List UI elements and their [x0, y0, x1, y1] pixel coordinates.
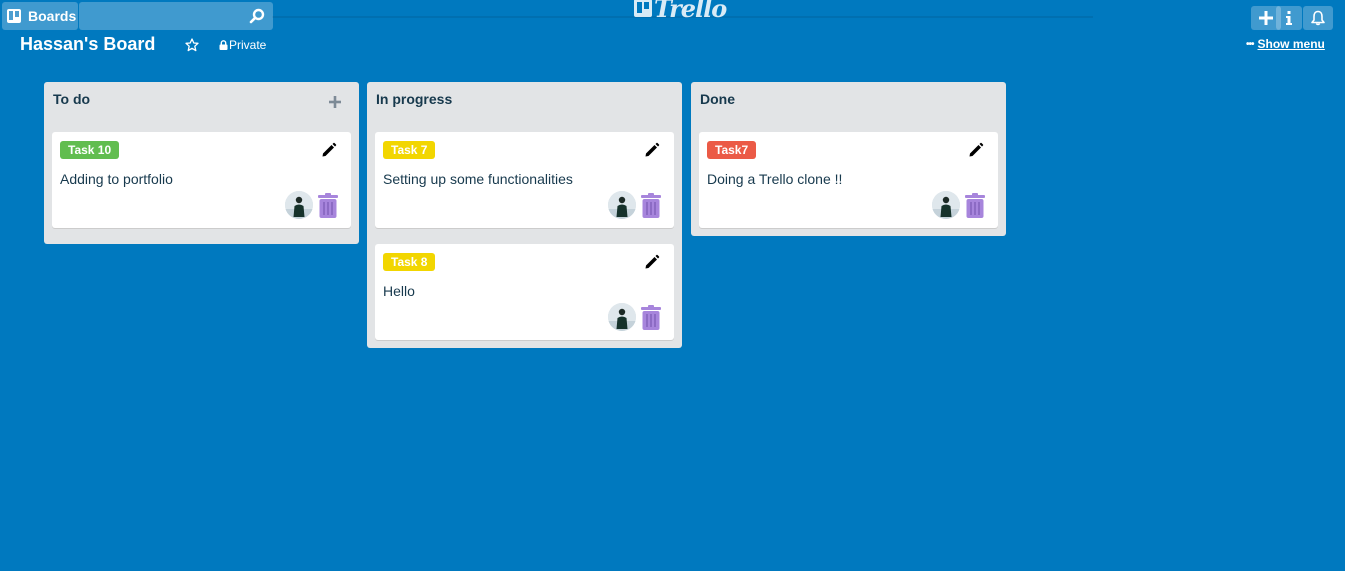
- card-text: Hello: [383, 283, 415, 299]
- card[interactable]: Task 7 Setting up some functionalities: [375, 132, 674, 228]
- avatar[interactable]: [608, 191, 636, 219]
- list-to-do: To do Task 10 Adding to portfolio: [44, 82, 359, 244]
- trello-logo[interactable]: Trello: [634, 0, 727, 23]
- card-text: Setting up some functionalities: [383, 171, 573, 187]
- notifications-button[interactable]: [1303, 6, 1333, 30]
- info-icon: [1286, 11, 1292, 25]
- card-label: Task 10: [60, 141, 120, 159]
- card[interactable]: Task 8 Hello: [375, 244, 674, 340]
- list-done: Done Task7 Doing a Trello clone !!: [691, 82, 1006, 236]
- search-box[interactable]: [79, 2, 273, 30]
- top-bar: Boards Trello: [0, 0, 1345, 32]
- card[interactable]: Task 10 Adding to portfolio: [52, 132, 351, 228]
- trash-icon[interactable]: [317, 193, 339, 218]
- avatar-image: [608, 191, 636, 219]
- avatar[interactable]: [932, 191, 960, 219]
- card-text: Adding to portfolio: [60, 171, 173, 187]
- list-in-progress: In progress Task 7 Setting up some funct…: [367, 82, 682, 348]
- pencil-icon[interactable]: [967, 141, 985, 159]
- avatar-image: [285, 191, 313, 219]
- bell-icon: [1311, 10, 1325, 26]
- boards-label: Boards: [28, 8, 77, 24]
- search-input[interactable]: [79, 2, 239, 30]
- info-button[interactable]: [1276, 6, 1302, 30]
- add-card-icon[interactable]: [328, 95, 342, 109]
- card-text: Doing a Trello clone !!: [707, 171, 843, 187]
- card-label: Task7: [707, 141, 757, 159]
- lock-icon: [219, 40, 228, 50]
- avatar[interactable]: [285, 191, 313, 219]
- visibility-button[interactable]: Private: [219, 38, 266, 52]
- list-title: In progress: [376, 91, 453, 107]
- avatar-image: [608, 303, 636, 331]
- avatar-image: [932, 191, 960, 219]
- trash-icon[interactable]: [640, 305, 662, 330]
- avatar[interactable]: [608, 303, 636, 331]
- menu-dots-icon: •••: [1246, 38, 1254, 50]
- search-icon[interactable]: [249, 8, 265, 24]
- trello-logo-text: Trello: [654, 0, 727, 23]
- visibility-label: Private: [229, 38, 267, 52]
- star-icon[interactable]: [185, 38, 199, 52]
- card-label: Task 7: [383, 141, 436, 159]
- board-title[interactable]: Hassan's Board: [20, 34, 155, 55]
- trash-icon[interactable]: [964, 193, 986, 218]
- pencil-icon[interactable]: [643, 141, 661, 159]
- show-menu-button[interactable]: ••• Show menu: [1246, 37, 1325, 51]
- pencil-icon[interactable]: [320, 141, 338, 159]
- show-menu-label: Show menu: [1257, 37, 1325, 51]
- card[interactable]: Task7 Doing a Trello clone !!: [699, 132, 998, 228]
- pencil-icon[interactable]: [643, 253, 661, 271]
- list-title: To do: [53, 91, 91, 107]
- trello-logo-icon: [634, 0, 652, 17]
- boards-button[interactable]: Boards: [2, 2, 78, 30]
- boards-icon: [7, 9, 21, 23]
- list-title: Done: [700, 91, 735, 107]
- card-label: Task 8: [383, 253, 436, 271]
- plus-icon: [1259, 11, 1273, 25]
- trash-icon[interactable]: [640, 193, 662, 218]
